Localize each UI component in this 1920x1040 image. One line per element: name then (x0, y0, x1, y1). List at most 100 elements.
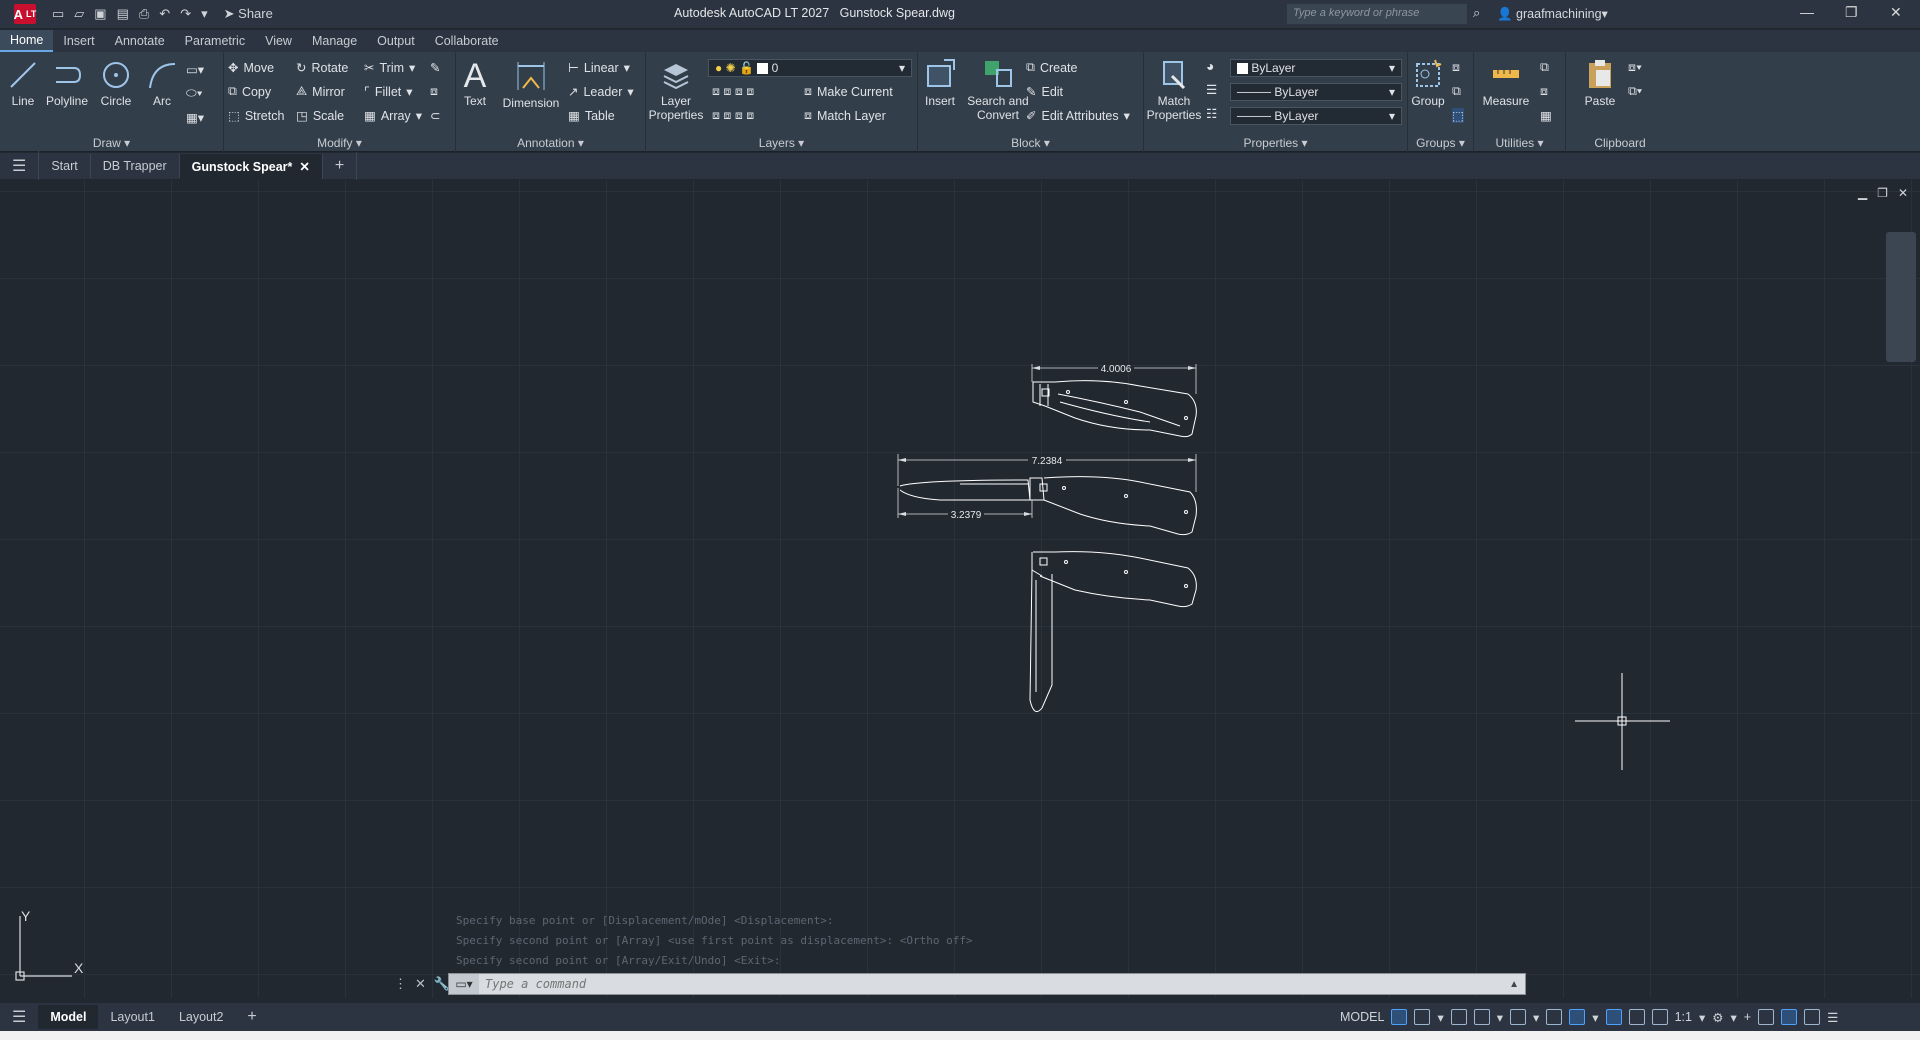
explode-icon[interactable]: ⧈ (430, 84, 438, 99)
help-search-input[interactable]: Type a keyword or phrase (1287, 4, 1467, 24)
search-and-convert-button[interactable]: Search and Convert (966, 58, 1030, 122)
line-button[interactable]: Line (6, 60, 40, 108)
tab-manage[interactable]: Manage (302, 31, 367, 51)
save-as-icon[interactable]: ▤ (117, 6, 129, 22)
linear-dimension-button[interactable]: ⊢ Linear ▾ (568, 60, 630, 76)
application-menu-button[interactable]: A LT (14, 4, 36, 24)
layers-panel-title[interactable]: Layers ▾ (646, 136, 917, 150)
autoscale-icon[interactable] (1628, 1009, 1645, 1025)
tab-home[interactable]: Home (0, 30, 54, 52)
object-snap-tracking-icon[interactable] (1546, 1009, 1563, 1025)
modify-panel-title[interactable]: Modify ▾ (224, 136, 455, 150)
tab-insert[interactable]: Insert (53, 31, 104, 51)
customization-menu-icon[interactable]: ☰ (1827, 1010, 1838, 1025)
insert-button[interactable]: Insert (918, 58, 962, 108)
annotation-panel-title[interactable]: Annotation ▾ (456, 136, 645, 150)
select-similar-icon[interactable]: ⧈ (1540, 84, 1548, 99)
close-icon[interactable]: ✕ (1890, 4, 1902, 21)
layer-tools-row2[interactable]: ⧈ ⧈ ⧈ ⧈ (712, 108, 754, 123)
snap-toggle-icon[interactable] (1414, 1009, 1431, 1025)
scale-menu-icon[interactable]: ▾ (1699, 1010, 1705, 1025)
workspace-menu-icon[interactable]: ▾ (1730, 1010, 1736, 1025)
drawing-canvas[interactable]: ▁ ❐ ✕ 4.0006 7.2384 3.2379 Y X (0, 180, 1920, 998)
model-space-button[interactable]: MODEL (1340, 1010, 1384, 1024)
calculator-icon[interactable]: ▦ (1540, 108, 1552, 123)
tab-parametric[interactable]: Parametric (175, 31, 255, 51)
utilities-panel-title[interactable]: Utilities ▾ (1474, 136, 1565, 150)
rotate-button[interactable]: ↻ Rotate (296, 60, 348, 76)
color-dropdown[interactable]: ByLayer ▾ (1230, 59, 1402, 77)
group-edit-icon[interactable]: ⧉ (1452, 84, 1461, 99)
rectangle-icon[interactable]: ▭▾ (186, 62, 204, 77)
layout-menu-icon[interactable]: ☰ (0, 1002, 38, 1032)
new-icon[interactable]: ▭ (52, 6, 64, 22)
tab-layout2[interactable]: Layout2 (167, 1005, 235, 1029)
tab-view[interactable]: View (255, 31, 302, 51)
groups-panel-title[interactable]: Groups ▾ (1408, 136, 1473, 150)
text-button[interactable]: A Text (460, 58, 490, 108)
make-current-button[interactable]: ⧈ Make Current (804, 84, 893, 99)
boundary-icon[interactable]: ▦▾ (186, 110, 204, 125)
polar-menu-icon[interactable]: ▾ (1497, 1010, 1503, 1025)
draw-panel-title[interactable]: Draw ▾ (0, 136, 223, 150)
table-button[interactable]: ▦ Table (568, 108, 615, 124)
command-prompt-icon[interactable]: ▭▾ (449, 974, 479, 994)
annotation-visibility-icon[interactable] (1605, 1009, 1622, 1025)
new-tab-button[interactable]: + (323, 152, 358, 180)
quick-properties-icon[interactable] (1781, 1009, 1798, 1025)
tab-output[interactable]: Output (367, 31, 425, 51)
isodraft-toggle-icon[interactable] (1510, 1009, 1527, 1025)
workspace-gear-icon[interactable]: ⚙ (1712, 1010, 1723, 1025)
isodraft-menu-icon[interactable]: ▾ (1533, 1010, 1539, 1025)
match-properties-button[interactable]: Match Properties (1146, 58, 1202, 122)
share-button[interactable]: ➤ Share (224, 6, 273, 22)
clean-screen-icon[interactable] (1804, 1009, 1821, 1025)
layer-properties-button[interactable]: Layer Properties (646, 60, 706, 122)
group-selection-icon[interactable]: ⬚ (1452, 108, 1464, 123)
open-icon[interactable]: ▱ (74, 6, 84, 22)
arc-button[interactable]: Arc (144, 60, 180, 108)
match-layer-button[interactable]: ⧈ Match Layer (804, 108, 886, 123)
command-input[interactable] (479, 977, 1459, 991)
tab-annotate[interactable]: Annotate (105, 31, 175, 51)
tab-gunstock-spear[interactable]: Gunstock Spear* ✕ (179, 153, 323, 179)
customize-icon[interactable]: ▾ (201, 6, 208, 22)
circle-button[interactable]: Circle (96, 60, 136, 108)
cut-icon[interactable]: ⧈▾ (1628, 60, 1642, 75)
lineweight-dropdown[interactable]: ──── ByLayer ▾ (1230, 83, 1402, 101)
hamburger-menu-icon[interactable]: ☰ (0, 151, 40, 181)
tab-start[interactable]: Start (39, 154, 91, 178)
annotation-monitor-icon[interactable]: + (1744, 1010, 1751, 1024)
stretch-button[interactable]: ⬚ Stretch (228, 108, 284, 124)
copy-clip-icon[interactable]: ⧉▾ (1628, 84, 1642, 99)
annotation-scale-icon[interactable] (1651, 1009, 1668, 1025)
ortho-toggle-icon[interactable] (1450, 1009, 1467, 1025)
grid-toggle-icon[interactable] (1391, 1009, 1408, 1025)
block-panel-title[interactable]: Block ▾ (918, 136, 1143, 150)
create-block-button[interactable]: ⧉ Create (1026, 60, 1077, 75)
units-icon[interactable] (1758, 1009, 1775, 1025)
layer-dropdown[interactable]: ● ✺ 🔓 0 ▾ (708, 59, 912, 77)
mirror-button[interactable]: ⟁ Mirror (296, 84, 345, 99)
group-button[interactable]: Group (1410, 58, 1446, 108)
fillet-button[interactable]: ⌜ Fillet ▾ (364, 84, 413, 100)
dimension-button[interactable]: Dimension (500, 60, 562, 110)
leader-button[interactable]: ↗ Leader ▾ (568, 84, 634, 100)
close-command-icon[interactable]: ✕ (415, 976, 426, 992)
quick-select-icon[interactable]: ⧉ (1540, 60, 1549, 75)
undo-icon[interactable]: ↶ (159, 6, 170, 22)
tab-model[interactable]: Model (38, 1005, 99, 1029)
erase-icon[interactable]: ✎ (430, 60, 440, 75)
close-tab-icon[interactable]: ✕ (299, 160, 309, 174)
paste-button[interactable]: Paste (1580, 58, 1620, 108)
print-icon[interactable]: ⎙ (139, 6, 149, 22)
snap-menu-icon[interactable]: ▾ (1437, 1010, 1443, 1025)
save-icon[interactable]: ▣ (94, 6, 106, 22)
tab-db-trapper[interactable]: DB Trapper (91, 154, 180, 178)
array-button[interactable]: ▦ Array ▾ (364, 108, 422, 124)
polar-toggle-icon[interactable] (1473, 1009, 1490, 1025)
annotation-scale-value[interactable]: 1:1 (1675, 1010, 1692, 1024)
ungroup-icon[interactable]: ⧈ (1452, 60, 1460, 75)
expand-history-icon[interactable]: ▲ (1509, 979, 1519, 990)
drag-handle-icon[interactable]: ⋮ (394, 976, 407, 992)
